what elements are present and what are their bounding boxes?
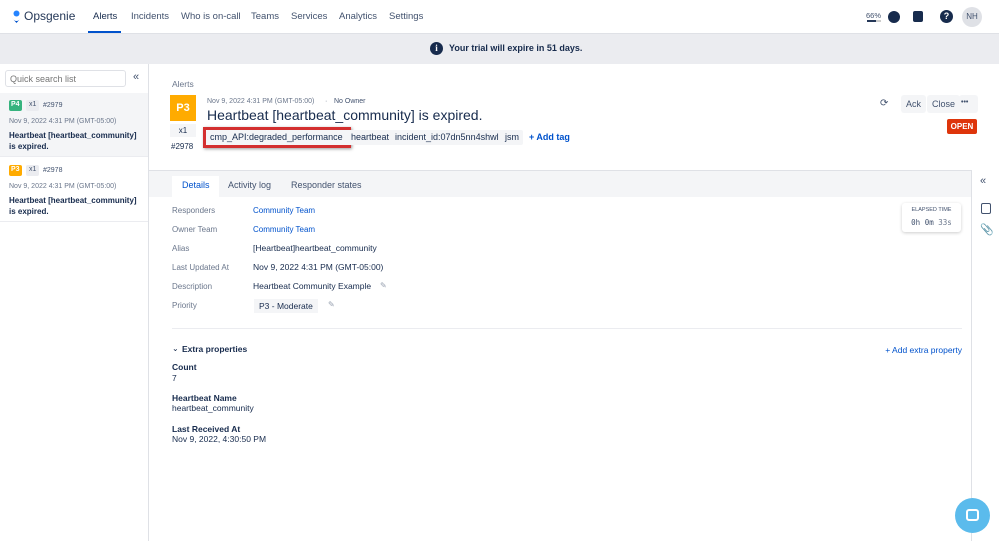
- collapse-list-icon[interactable]: «: [133, 71, 139, 83]
- compass-icon[interactable]: [888, 11, 900, 23]
- add-tag-button[interactable]: + Add tag: [529, 132, 570, 142]
- detail-label: Description: [172, 282, 213, 291]
- count-badge: x1: [170, 124, 196, 137]
- owner-team-link[interactable]: Community Team: [253, 225, 315, 234]
- trial-banner: i Your trial will expire in 51 days.: [0, 34, 999, 64]
- count-badge: x1: [26, 100, 40, 111]
- detail-label: Last Updated At: [172, 263, 229, 272]
- priority-value[interactable]: P3 - Moderate: [254, 299, 318, 313]
- more-actions-button[interactable]: •••: [959, 95, 978, 113]
- nav-analytics[interactable]: Analytics: [339, 11, 377, 22]
- property-value: Nov 9, 2022, 4:30:50 PM: [172, 434, 267, 444]
- tab-responder-states[interactable]: Responder states: [291, 180, 362, 190]
- status-badge: OPEN: [947, 119, 977, 134]
- help-icon[interactable]: ?: [940, 10, 953, 23]
- detail-label: Alias: [172, 244, 190, 253]
- expand-panel-icon[interactable]: «: [980, 175, 986, 187]
- alert-owner-separator: ·: [325, 98, 328, 105]
- banner-text: Your trial will expire in 51 days.: [449, 43, 583, 53]
- property-name: Count: [172, 362, 197, 372]
- breadcrumb[interactable]: Alerts: [172, 79, 194, 89]
- active-tab-indicator: [88, 31, 121, 33]
- tab-details[interactable]: Details: [182, 180, 210, 190]
- nav-settings[interactable]: Settings: [389, 11, 423, 22]
- alert-owner: No Owner: [334, 98, 366, 105]
- divider: [172, 328, 962, 329]
- detail-label: Owner Team: [172, 225, 218, 234]
- property-value: 7: [172, 373, 177, 383]
- tag[interactable]: incident_id:07dn5nn4shwl: [391, 130, 503, 145]
- progress-label[interactable]: 66%: [866, 11, 881, 20]
- alert-title: Heartbeat [heartbeat_community] is expir…: [9, 196, 137, 216]
- add-extra-property-button[interactable]: + Add extra property: [885, 345, 962, 355]
- app-switcher-icon[interactable]: [913, 11, 923, 22]
- ack-button[interactable]: Ack: [901, 95, 927, 113]
- right-rail: « 📎: [971, 170, 999, 541]
- alert-time: Nov 9, 2022 4:31 PM (GMT-05:00): [9, 183, 117, 190]
- close-button[interactable]: Close: [927, 95, 961, 113]
- refresh-icon[interactable]: ⟳: [880, 98, 888, 109]
- highlight-box: [203, 127, 351, 148]
- chat-support-button[interactable]: [955, 498, 990, 533]
- elapsed-label: ELAPSED TIME: [911, 207, 952, 213]
- top-nav: Opsgenie Alerts Incidents Who is on-call…: [0, 0, 999, 34]
- elapsed-minutes: 0m: [924, 218, 934, 227]
- property-name: Last Received At: [172, 424, 241, 434]
- list-item[interactable]: P4 x1 #2979 Nov 9, 2022 4:31 PM (GMT-05:…: [0, 93, 148, 157]
- tag[interactable]: heartbeat: [345, 130, 394, 145]
- edit-description-icon[interactable]: ✎: [380, 281, 387, 290]
- tab-bar: Details Activity log Responder states: [149, 170, 971, 198]
- alias-value: [Heartbeat]heartbeat_community: [253, 243, 377, 253]
- elapsed-value: 0h 0m 33s: [902, 218, 961, 227]
- brand[interactable]: Opsgenie: [24, 9, 75, 23]
- nav-services[interactable]: Services: [291, 11, 327, 22]
- nav-incidents[interactable]: Incidents: [131, 11, 169, 22]
- elapsed-hours: 0h: [911, 218, 921, 227]
- property-value: heartbeat_community: [172, 403, 254, 413]
- info-icon: i: [430, 42, 443, 55]
- nav-teams[interactable]: Teams: [251, 11, 279, 22]
- alert-number: #2978: [171, 142, 194, 151]
- page-title: Heartbeat [heartbeat_community] is expir…: [207, 107, 483, 123]
- responders-link[interactable]: Community Team: [253, 206, 315, 215]
- list-item[interactable]: P3 x1 #2978 Nov 9, 2022 4:31 PM (GMT-05:…: [0, 158, 148, 222]
- opsgenie-logo-icon: [12, 10, 21, 23]
- alert-time: Nov 9, 2022 4:31 PM (GMT-05:00): [9, 118, 117, 125]
- last-updated-value: Nov 9, 2022 4:31 PM (GMT-05:00): [253, 262, 384, 272]
- notes-icon[interactable]: [981, 203, 991, 214]
- priority-badge: P4: [9, 100, 22, 111]
- detail-label: Responders: [172, 206, 216, 215]
- elapsed-seconds: 33s: [938, 218, 952, 227]
- quick-search-input[interactable]: [5, 70, 126, 87]
- chevron-down-icon[interactable]: ⌄: [172, 344, 179, 353]
- alert-list-sidebar: « P4 x1 #2979 Nov 9, 2022 4:31 PM (GMT-0…: [0, 64, 149, 541]
- alert-number: #2979: [43, 102, 63, 109]
- description-value: Heartbeat Community Example: [253, 281, 372, 291]
- nav-alerts[interactable]: Alerts: [93, 11, 117, 22]
- detail-label: Priority: [172, 301, 197, 310]
- extra-properties-toggle[interactable]: Extra properties: [182, 344, 247, 354]
- chat-icon: [966, 509, 979, 521]
- alert-number: #2978: [43, 167, 63, 174]
- alert-title: Heartbeat [heartbeat_community] is expir…: [9, 131, 137, 151]
- avatar[interactable]: NH: [962, 7, 982, 27]
- property-name: Heartbeat Name: [172, 393, 237, 403]
- edit-priority-icon[interactable]: ✎: [328, 300, 335, 309]
- attachment-icon[interactable]: 📎: [980, 223, 994, 236]
- elapsed-time-card: ELAPSED TIME 0h 0m 33s: [902, 203, 961, 232]
- alert-time: Nov 9, 2022 4:31 PM (GMT-05:00): [207, 98, 315, 105]
- priority-badge: P3: [9, 165, 22, 176]
- priority-badge: P3: [170, 95, 196, 121]
- tag[interactable]: jsm: [501, 130, 523, 145]
- nav-who-is-on-call[interactable]: Who is on-call: [181, 11, 241, 22]
- tab-activity-log[interactable]: Activity log: [228, 180, 271, 190]
- progress-bar: [867, 20, 881, 22]
- count-badge: x1: [26, 165, 40, 176]
